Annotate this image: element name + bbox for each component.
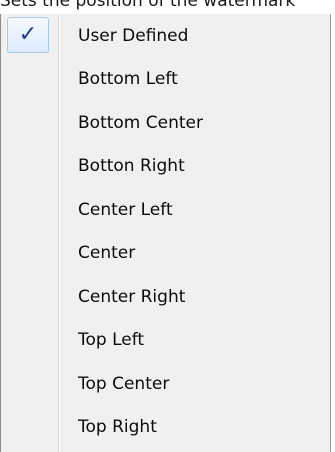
menu-item-label: Top Left [78,330,145,351]
menu-item-top-left[interactable]: Top Left [1,319,330,363]
menu-item-label: Bottom Left [78,69,178,90]
menu-item-label: User Defined [78,25,189,46]
menu-item-label: Botton Right [78,156,185,177]
header-fragment: Sets the position of the watermark [0,0,296,11]
menu-item-top-center[interactable]: Top Center [1,362,330,406]
menu-item-label: Center [78,243,136,264]
menu-item-user-defined[interactable]: ✓ User Defined [1,14,330,58]
menu-item-label: Top Right [78,417,157,438]
dropdown-menu: ✓ User Defined Bottom Left Bottom Center… [0,14,331,452]
menu-item-center[interactable]: Center [1,232,330,276]
menu-item-label: Center Left [78,199,173,220]
menu-item-bottom-center[interactable]: Bottom Center [1,101,330,145]
menu-item-label: Top Center [78,373,170,394]
menu-item-center-right[interactable]: Center Right [1,275,330,319]
menu-item-label: Center Right [78,286,186,307]
menu-item-top-right[interactable]: Top Right [1,406,330,450]
menu-item-bottom-right[interactable]: Botton Right [1,145,330,189]
top-text-strip: Sets the position of the watermark [0,0,335,14]
menu-item-center-left[interactable]: Center Left [1,188,330,232]
menu-item-label: Bottom Center [78,112,203,133]
menu-item-bottom-left[interactable]: Bottom Left [1,58,330,102]
checkmark-icon: ✓ [18,22,38,47]
selected-indicator: ✓ [7,17,49,53]
